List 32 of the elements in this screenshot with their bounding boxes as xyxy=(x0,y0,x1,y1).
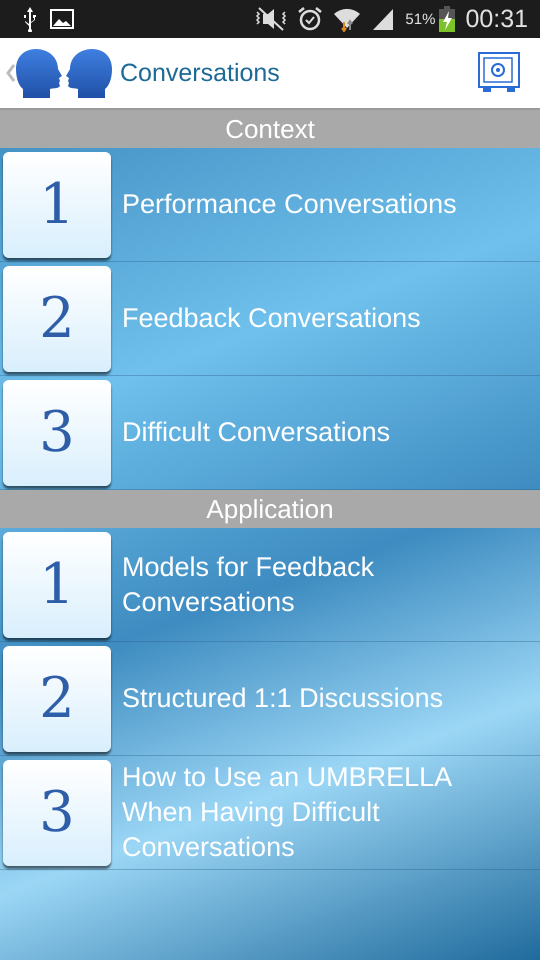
topic-number: 3 xyxy=(39,400,75,465)
section-title: Application xyxy=(206,494,334,524)
topic-row[interactable]: 1 Models for Feedback Conversations xyxy=(0,528,540,642)
topic-row[interactable]: 2 Structured 1:1 Discussions xyxy=(0,642,540,756)
battery-icon xyxy=(439,6,456,32)
topic-row[interactable]: 1 Performance Conversations xyxy=(0,148,540,262)
clock-time: 00:31 xyxy=(465,4,528,34)
topic-number: 1 xyxy=(39,552,75,617)
mute-icon xyxy=(255,6,288,32)
image-icon xyxy=(50,9,74,29)
screen-title: Conversations xyxy=(120,58,280,88)
topic-number: 3 xyxy=(39,780,75,845)
topic-row[interactable]: 3 Difficult Conversations xyxy=(0,376,540,490)
topic-number: 1 xyxy=(39,172,75,237)
topic-label: Difficult Conversations xyxy=(122,416,392,449)
topic-row[interactable]: 3 How to Use an UMBRELLA When Having Difficult Conversations xyxy=(0,756,540,870)
safe-icon xyxy=(478,52,520,94)
heads-icon xyxy=(16,48,112,98)
topic-label: How to Use an UMBRELLA When Having Difficult Conversations xyxy=(122,761,452,864)
wifi-icon xyxy=(333,6,362,32)
signal-icon xyxy=(371,7,396,31)
back-chevron-icon xyxy=(6,63,16,83)
alarm-icon xyxy=(297,6,324,32)
topic-label: Structured 1:1 Discussions xyxy=(122,682,444,715)
section-title: Context xyxy=(225,114,315,144)
battery-percent: 51% xyxy=(405,10,436,28)
topic-row[interactable]: 2 Feedback Conversations xyxy=(0,262,540,376)
topic-label: Models for Feedback Conversations xyxy=(122,550,376,618)
topic-label: Feedback Conversations xyxy=(122,302,422,335)
topic-label: Performance Conversations xyxy=(122,188,458,221)
topic-number: 2 xyxy=(39,286,75,351)
topic-number: 2 xyxy=(39,666,75,731)
